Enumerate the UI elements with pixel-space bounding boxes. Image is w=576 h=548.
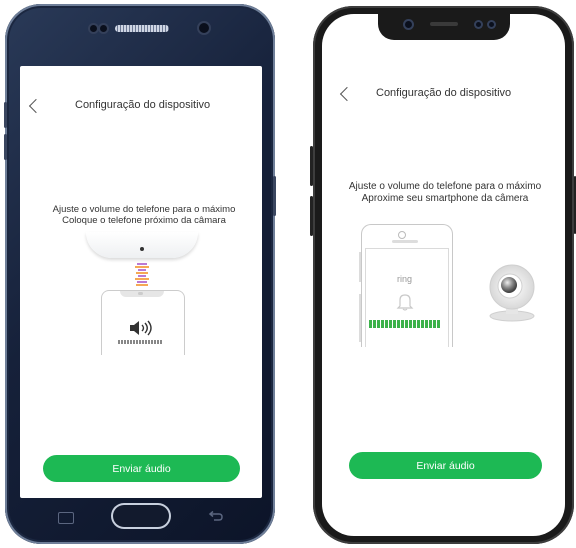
page-title: Configuração do dispositivo — [376, 87, 512, 99]
sensor-icon — [476, 22, 481, 27]
instruction-line-2: Coloque o telefone próximo da câmara — [62, 215, 226, 226]
recent-apps-key[interactable] — [58, 512, 74, 524]
earpiece-speaker — [115, 25, 169, 32]
camera-illustration — [489, 264, 535, 322]
volume-level-bar — [118, 340, 162, 344]
phone-camera-dot — [398, 231, 406, 239]
right-volume-up-button — [310, 146, 313, 186]
instruction-line-1: Ajuste o volume do telefone para o máxim… — [52, 204, 236, 215]
page-title: Configuração do dispositivo — [75, 99, 211, 111]
instruction-line-1: Ajuste o volume do telefone para o máxim… — [348, 181, 542, 192]
front-camera-icon — [199, 23, 209, 33]
send-audio-button[interactable]: Enviar áudio — [43, 455, 240, 482]
right-volume-down-button — [310, 196, 313, 236]
speaker-icon — [130, 320, 152, 336]
home-button[interactable] — [113, 505, 169, 527]
sensor-icon — [489, 22, 494, 27]
sensor-icon — [100, 25, 107, 32]
front-camera-icon — [405, 21, 412, 28]
instruction-line-2: Aproxime seu smartphone da câmera — [361, 193, 529, 204]
left-volume-up-button — [4, 102, 7, 128]
ring-label: ring — [397, 274, 413, 284]
bell-icon — [396, 294, 414, 311]
back-key-icon[interactable] — [208, 510, 224, 522]
send-audio-button[interactable]: Enviar áudio — [349, 452, 542, 479]
left-volume-down-button — [4, 134, 7, 160]
left-power-button — [273, 176, 276, 216]
sensor-icon — [90, 25, 97, 32]
volume-level-bar — [369, 320, 441, 328]
camera-lens-icon — [140, 247, 144, 251]
sound-wave-icon — [135, 263, 149, 286]
phone-speaker-slot — [392, 240, 418, 243]
sound-lines-icon — [359, 252, 361, 342]
phone-speaker-dot — [138, 292, 143, 295]
earpiece-speaker — [430, 22, 458, 26]
camera-illustration — [86, 232, 198, 258]
